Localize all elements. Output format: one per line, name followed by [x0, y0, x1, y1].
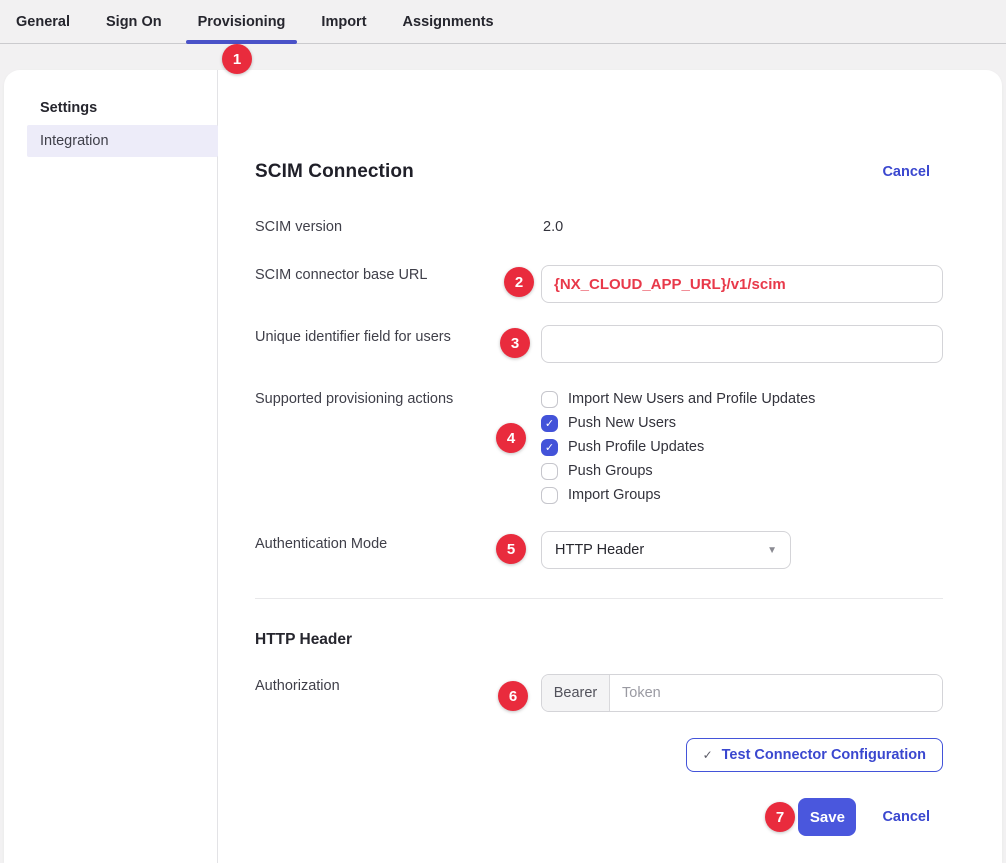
checkbox-row-import-groups: ✓ Import Groups	[541, 483, 815, 507]
base-url-label: SCIM connector base URL	[255, 267, 427, 283]
scim-version-label: SCIM version	[255, 219, 342, 235]
scim-connection-form: SCIM Connection Cancel SCIM version 2.0 …	[255, 70, 943, 863]
unique-id-input[interactable]	[541, 325, 943, 363]
authorization-input-group: Bearer	[541, 674, 943, 712]
checkbox-label: Push Groups	[568, 463, 653, 479]
scim-version-value: 2.0	[543, 219, 563, 235]
callout-badge-5: 5	[496, 534, 526, 564]
callout-badge-2: 2	[504, 267, 534, 297]
form-actions: Save Cancel	[255, 798, 943, 836]
checkbox-label: Push Profile Updates	[568, 439, 704, 455]
callout-badge-3: 3	[500, 328, 530, 358]
checkbox-label: Import Groups	[568, 487, 661, 503]
test-connector-button[interactable]: ✓ Test Connector Configuration	[686, 738, 943, 772]
save-button[interactable]: Save	[798, 798, 856, 836]
push-profile-updates-checkbox[interactable]: ✓	[541, 439, 558, 456]
import-new-users-checkbox[interactable]: ✓	[541, 391, 558, 408]
provisioning-actions-group: ✓ Import New Users and Profile Updates ✓…	[541, 387, 815, 507]
push-groups-checkbox[interactable]: ✓	[541, 463, 558, 480]
tab-general[interactable]: General	[16, 0, 70, 44]
cancel-link-top[interactable]: Cancel	[882, 164, 930, 180]
import-groups-checkbox[interactable]: ✓	[541, 487, 558, 504]
cancel-link-bottom[interactable]: Cancel	[882, 809, 930, 825]
bearer-prefix: Bearer	[542, 675, 610, 711]
callout-badge-6: 6	[498, 681, 528, 711]
callout-badge-1: 1	[222, 44, 252, 74]
auth-mode-dropdown[interactable]: HTTP Header ▼	[541, 531, 791, 569]
sidebar-item-integration[interactable]: Integration	[27, 125, 218, 157]
app-tabbar: General Sign On Provisioning Import Assi…	[0, 0, 1006, 44]
checkbox-row-push-groups: ✓ Push Groups	[541, 459, 815, 483]
chevron-down-icon: ▼	[767, 545, 777, 556]
checkbox-row-push-profile-updates: ✓ Push Profile Updates	[541, 435, 815, 459]
auth-mode-selected-value: HTTP Header	[555, 542, 644, 558]
tab-import[interactable]: Import	[321, 0, 366, 44]
token-input[interactable]	[610, 675, 942, 711]
check-icon: ✓	[703, 748, 713, 762]
section-divider	[255, 598, 943, 599]
checkbox-label: Import New Users and Profile Updates	[568, 391, 815, 407]
callout-badge-4: 4	[496, 423, 526, 453]
authorization-label: Authorization	[255, 678, 340, 694]
auth-mode-label: Authentication Mode	[255, 536, 387, 552]
checkbox-row-import-new-users: ✓ Import New Users and Profile Updates	[541, 387, 815, 411]
provisioning-actions-label: Supported provisioning actions	[255, 391, 453, 407]
base-url-input[interactable]	[541, 265, 943, 303]
checkbox-row-push-new-users: ✓ Push New Users	[541, 411, 815, 435]
callout-badge-7: 7	[765, 802, 795, 832]
tab-sign-on[interactable]: Sign On	[106, 0, 162, 44]
push-new-users-checkbox[interactable]: ✓	[541, 415, 558, 432]
sidebar-header-settings: Settings	[40, 100, 97, 116]
tab-provisioning[interactable]: Provisioning	[198, 0, 286, 44]
test-connector-button-label: Test Connector Configuration	[722, 747, 926, 763]
provisioning-panel: Settings Integration SCIM Connection Can…	[4, 70, 1002, 863]
settings-sidebar: Settings Integration	[4, 70, 218, 863]
page-title: SCIM Connection	[255, 161, 414, 183]
checkbox-label: Push New Users	[568, 415, 676, 431]
http-header-section-title: HTTP Header	[255, 631, 352, 649]
tab-assignments[interactable]: Assignments	[403, 0, 494, 44]
unique-id-label: Unique identifier field for users	[255, 329, 451, 345]
